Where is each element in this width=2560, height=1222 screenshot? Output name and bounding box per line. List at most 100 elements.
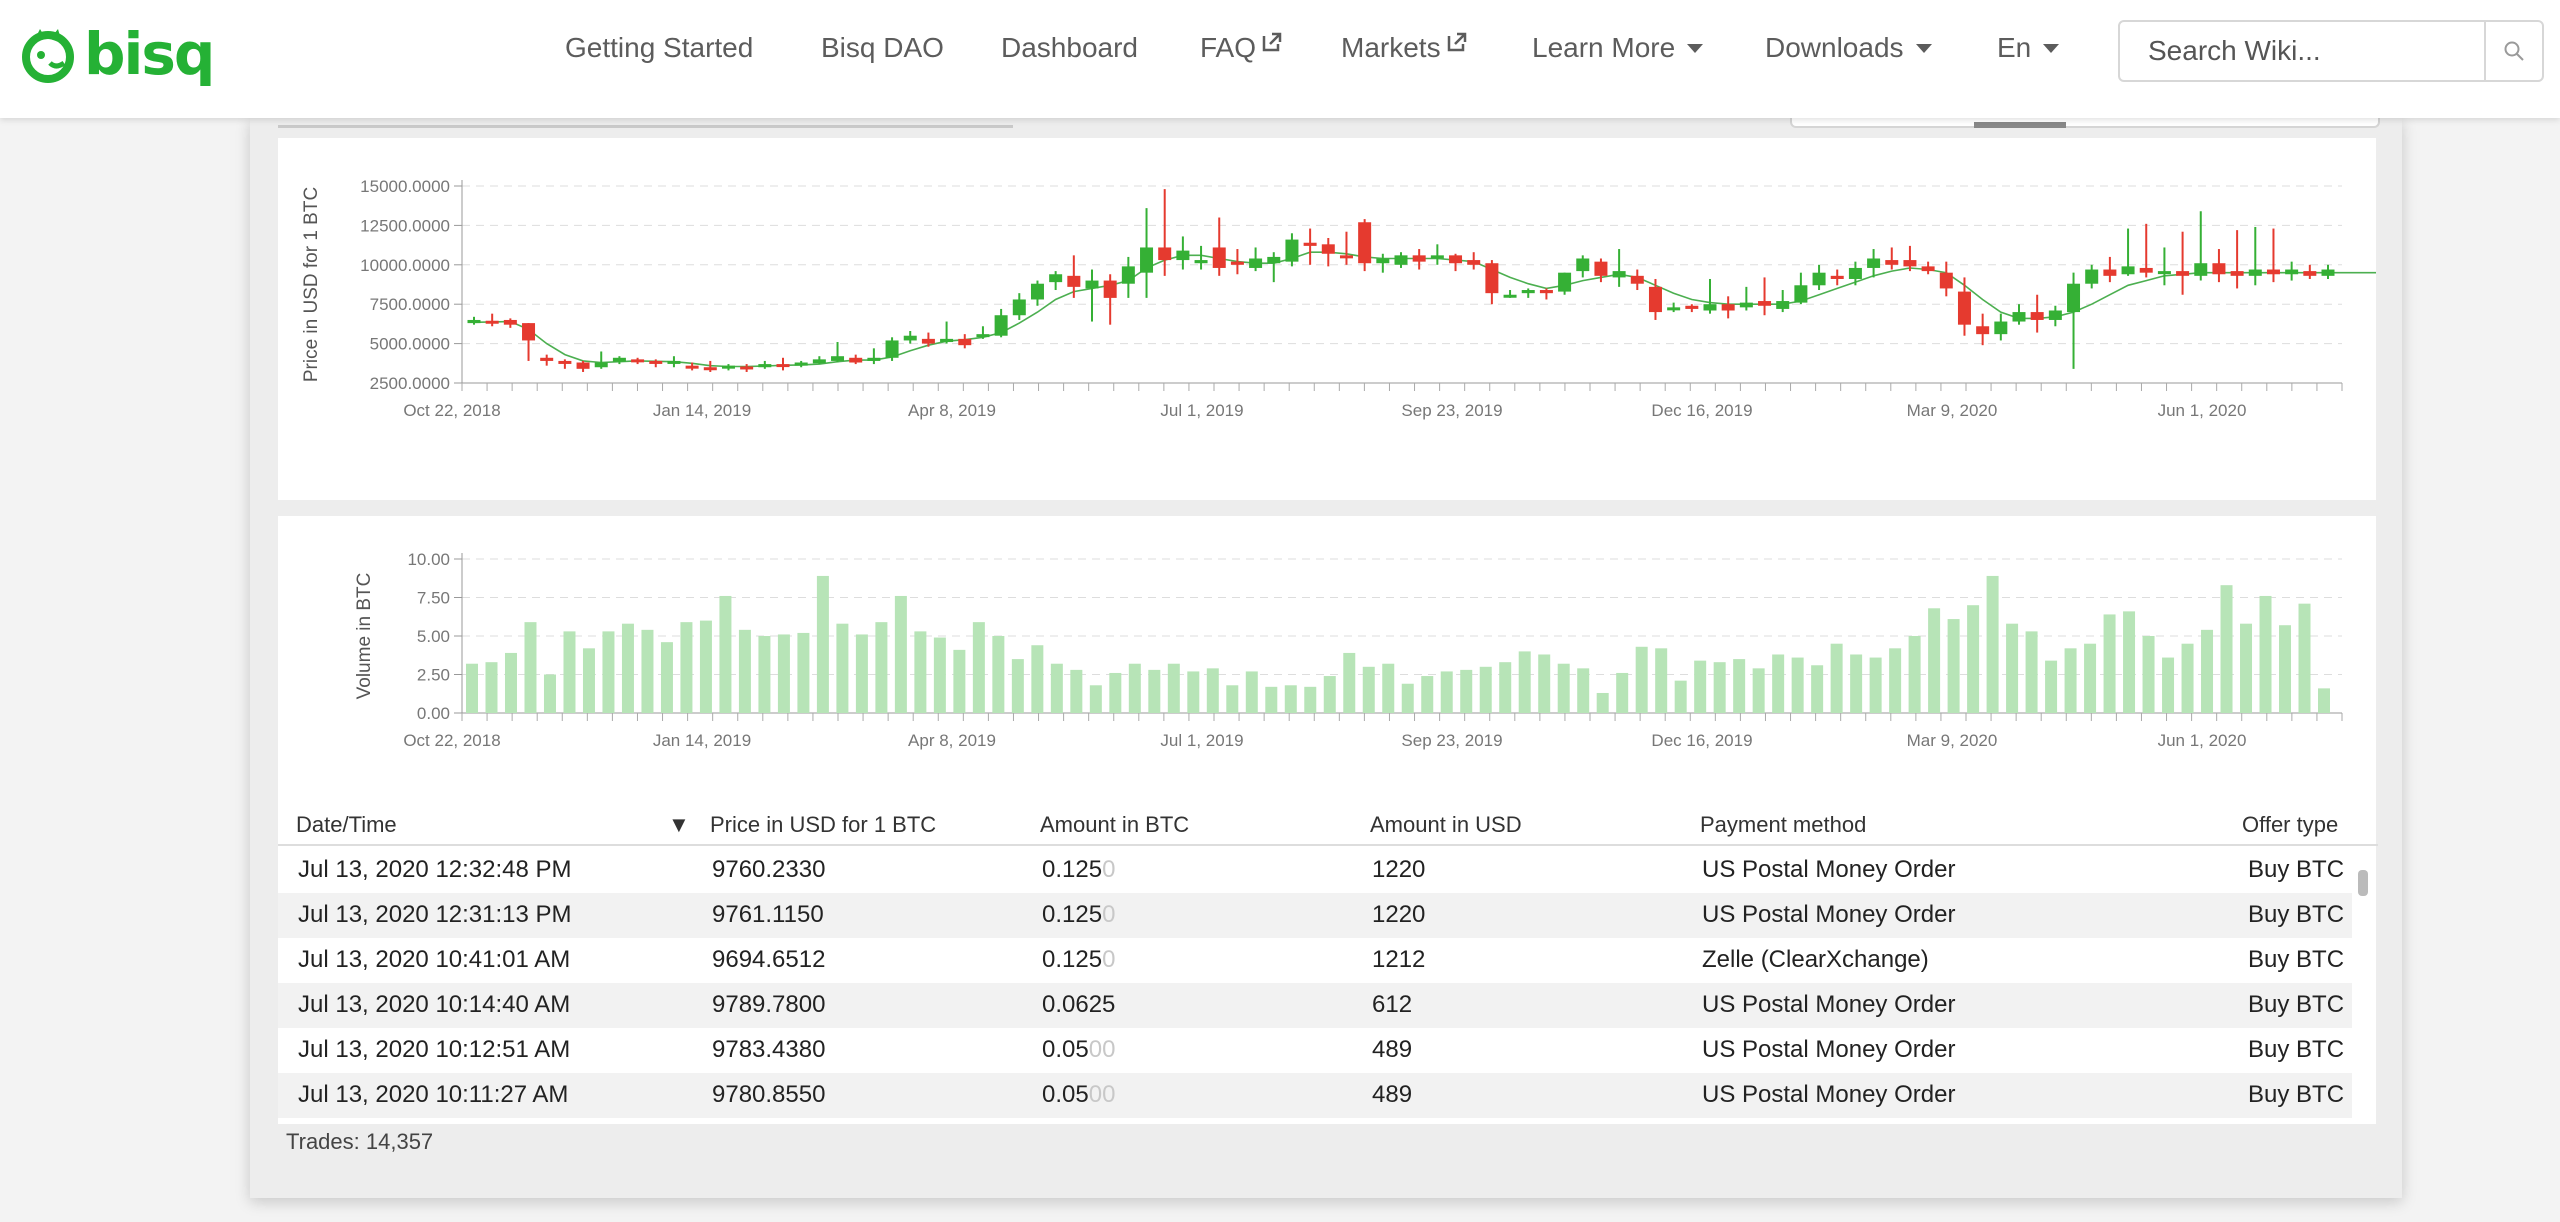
- candle: [558, 359, 572, 369]
- volume-bar: [1967, 605, 1980, 713]
- trades-count: Trades: 14,357: [286, 1129, 434, 1154]
- nav-bisq-dao[interactable]: Bisq DAO: [821, 32, 944, 64]
- table-row[interactable]: Jul 13, 2020 10:41:01 AM 9694.6512 0.125…: [278, 938, 2352, 983]
- candle-body: [2103, 269, 2117, 276]
- bisq-logo[interactable]: bisq: [20, 22, 215, 86]
- x-tick-label: Mar 9, 2020: [1907, 731, 1998, 750]
- table-row[interactable]: Jul 13, 2020 10:11:27 AM 9780.8550 0.050…: [278, 1073, 2352, 1118]
- volume-bar: [1187, 671, 1200, 713]
- cell-datetime: Jul 13, 2020 10:12:51 AM: [298, 1036, 571, 1063]
- table-row[interactable]: Jul 13, 2020 12:31:13 PM 9761.1150 0.125…: [278, 893, 2352, 938]
- cell-offer-type: Buy BTC: [2248, 856, 2345, 883]
- cell-amount-usd: 1212: [1372, 946, 1426, 973]
- candle-body: [1776, 301, 1790, 309]
- candle: [2030, 294, 2044, 333]
- volume-bar: [719, 595, 732, 713]
- candle: [794, 360, 808, 368]
- candle: [1030, 280, 1044, 306]
- interval-tabs[interactable]: [1790, 118, 2380, 128]
- nav-faq[interactable]: FAQ: [1200, 32, 1284, 64]
- nav-label: Getting Started: [565, 32, 754, 63]
- cell-payment-method: US Postal Money Order: [1702, 1036, 1956, 1063]
- volume-bar: [2220, 585, 2233, 713]
- nav-dashboard[interactable]: Dashboard: [1001, 32, 1138, 64]
- cell-datetime: Jul 13, 2020 12:31:13 PM: [298, 901, 572, 928]
- y-tick-label: 0.00: [417, 704, 450, 723]
- candle: [2048, 305, 2062, 327]
- table-row[interactable]: Jul 13, 2020 12:32:48 PM 9760.2330 0.125…: [278, 848, 2352, 893]
- y-axis-label: Volume in BTC: [354, 573, 375, 700]
- candle-body: [485, 320, 499, 324]
- nav-label: Dashboard: [1001, 32, 1138, 63]
- candle-body: [1594, 261, 1608, 276]
- column-header-datetime[interactable]: Date/Time: [296, 812, 397, 838]
- candle-body: [1994, 321, 2008, 335]
- candle: [1339, 231, 1353, 265]
- amount-padding: 0: [1102, 946, 1116, 973]
- nav-learn-more[interactable]: Learn More: [1532, 32, 1704, 64]
- price-chart-panel: 15000.0000 12500.0000 10000.0000 7500.0000 5…: [278, 138, 2383, 500]
- cell-price: 9694.6512: [712, 946, 826, 973]
- candle: [1794, 272, 1808, 305]
- sort-desc-icon[interactable]: ▼: [668, 812, 690, 838]
- volume-bar: [816, 575, 829, 713]
- candle: [1503, 290, 1517, 298]
- search-input[interactable]: [2120, 22, 2484, 80]
- external-link-icon: [1262, 32, 1282, 52]
- amount-padding: 0: [1102, 856, 1116, 883]
- search-icon: [2504, 41, 2524, 61]
- column-header-amount-btc[interactable]: Amount in BTC: [1040, 812, 1189, 838]
- candle: [1976, 313, 1990, 346]
- nav-getting-started[interactable]: Getting Started: [565, 32, 753, 64]
- nav-downloads[interactable]: Downloads: [1765, 32, 1932, 64]
- candle-body: [740, 366, 754, 370]
- candle-body: [721, 365, 735, 369]
- volume-bar: [2103, 614, 2116, 713]
- candle: [1885, 247, 1899, 270]
- amount-padding: 0: [1102, 901, 1116, 928]
- column-header-payment-method[interactable]: Payment method: [1700, 812, 1866, 838]
- y-tick-label: 7500.0000: [370, 295, 450, 314]
- candle-body: [1121, 266, 1135, 284]
- nav-language[interactable]: En: [1997, 32, 2060, 64]
- candle: [2321, 264, 2335, 279]
- candle: [1285, 233, 1299, 267]
- volume-bar: [641, 629, 654, 713]
- table-row[interactable]: Jul 13, 2020 10:14:40 AM 9789.7800 0.062…: [278, 983, 2352, 1028]
- candle: [1721, 296, 1735, 319]
- volume-bar: [2162, 657, 2175, 713]
- table-row[interactable]: Jul 13, 2020 10:12:51 AM 9783.4380 0.050…: [278, 1028, 2352, 1073]
- candle-body: [1539, 290, 1553, 294]
- nav-markets[interactable]: Markets: [1341, 32, 1469, 64]
- candle-body: [831, 356, 845, 361]
- market-select-field[interactable]: [278, 118, 1013, 128]
- cell-offer-type: Buy BTC: [2248, 1081, 2345, 1108]
- candle-body: [1230, 261, 1244, 265]
- volume-bar: [2025, 631, 2038, 713]
- candle-body: [1376, 258, 1390, 264]
- candle-body: [2085, 269, 2099, 284]
- column-header-offer-type[interactable]: Offer type: [2242, 812, 2338, 838]
- candle: [1558, 272, 1572, 295]
- volume-bar: [894, 595, 907, 713]
- column-header-amount-usd[interactable]: Amount in USD: [1370, 812, 1522, 838]
- volume-bar: [2318, 688, 2330, 713]
- candle-body: [812, 359, 826, 364]
- volume-bar: [1830, 643, 1843, 713]
- column-header-price[interactable]: Price in USD for 1 BTC: [710, 812, 936, 838]
- candle: [2012, 304, 2026, 325]
- cell-amount-btc: 0.0500: [1042, 1081, 1115, 1109]
- candle-body: [2285, 269, 2299, 275]
- candle-body: [1721, 304, 1735, 311]
- selected-interval-tab[interactable]: [1974, 122, 2066, 128]
- search-button[interactable]: [2484, 22, 2542, 80]
- candle: [467, 316, 481, 325]
- table-scrollbar[interactable]: [2358, 870, 2368, 896]
- candle: [740, 364, 754, 372]
- cell-price: 9760.2330: [712, 856, 826, 883]
- candle: [1685, 304, 1699, 313]
- candle-body: [1830, 275, 1844, 279]
- volume-bar: [1908, 636, 1921, 713]
- y-tick-label: 7.50: [417, 589, 450, 608]
- search-box: [2118, 20, 2544, 82]
